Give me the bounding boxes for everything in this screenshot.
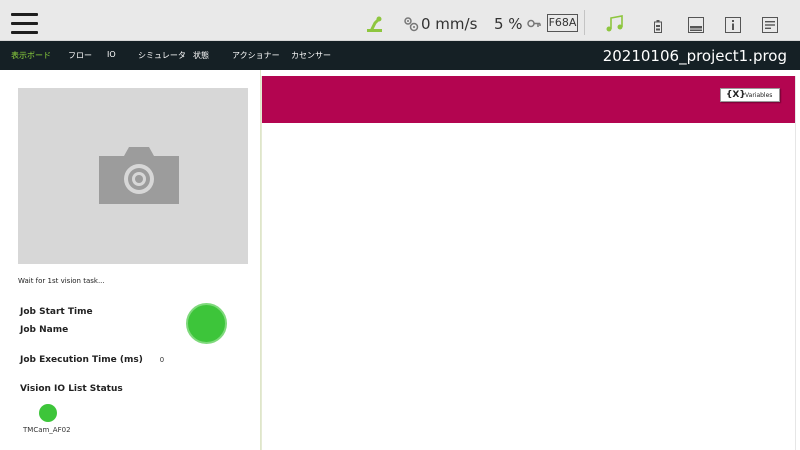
document-icon[interactable] — [762, 17, 778, 33]
variables-label: Variables — [745, 92, 773, 99]
variables-button[interactable]: {X} Variables — [720, 88, 780, 102]
tab-flow[interactable]: フロー — [68, 50, 92, 61]
right-edge-strip — [795, 76, 800, 450]
battery-icon — [654, 20, 662, 33]
project-name: 20210106_project1.prog — [602, 47, 787, 65]
tab-io[interactable]: IO — [107, 50, 116, 59]
camera-preview — [18, 88, 248, 264]
key-icon — [527, 19, 541, 28]
tab-actioner[interactable]: アクショナー — [232, 50, 280, 61]
music-mode-icon[interactable] — [605, 15, 624, 33]
vision-io-status-label: Vision IO List Status — [20, 384, 123, 394]
speed-percent: 5 % — [494, 15, 523, 33]
top-status-bar: 0 mm/s 5 % F68A — [0, 0, 800, 41]
error-code-badge[interactable]: F68A — [547, 14, 578, 32]
tab-status[interactable]: 状態 — [193, 50, 209, 61]
camera-icon — [99, 147, 179, 204]
speed-gears-icon — [404, 17, 419, 32]
io-status-led — [39, 404, 57, 422]
vision-wait-message: Wait for 1st vision task... — [18, 277, 105, 285]
status-divider — [584, 10, 585, 35]
panel-header-band: {X} Variables — [262, 76, 796, 123]
tab-display-board[interactable]: 表示ボード — [11, 50, 51, 61]
tab-force-sensor[interactable]: カセンサー — [291, 50, 331, 61]
robot-arm-icon[interactable] — [366, 15, 383, 33]
app-window: 0 mm/s 5 % F68A 表示ボード フロー IO シミュレータ 状態 ア… — [0, 0, 800, 450]
variables-panel: {X} Variables — [261, 76, 796, 450]
info-icon[interactable] — [725, 17, 741, 33]
job-status-indicator — [186, 303, 227, 344]
job-start-time-label: Job Start Time — [20, 307, 93, 317]
io-device-name: TMCam_AF02 — [23, 426, 71, 434]
job-execution-time-value: 0 — [160, 357, 164, 364]
main-nav-bar: 表示ボード フロー IO シミュレータ 状態 アクショナー カセンサー 2021… — [0, 41, 800, 70]
vision-panel: Wait for 1st vision task... Job Start Ti… — [0, 70, 261, 450]
hamburger-menu-icon[interactable] — [11, 13, 39, 35]
variables-icon: {X} — [726, 90, 746, 100]
job-name-label: Job Name — [20, 325, 69, 335]
job-execution-time-label: Job Execution Time (ms) — [20, 355, 143, 365]
tab-simulator[interactable]: シミュレータ — [138, 50, 186, 61]
panel-icon[interactable] — [688, 17, 704, 33]
speed-readout: 0 mm/s — [421, 15, 478, 33]
